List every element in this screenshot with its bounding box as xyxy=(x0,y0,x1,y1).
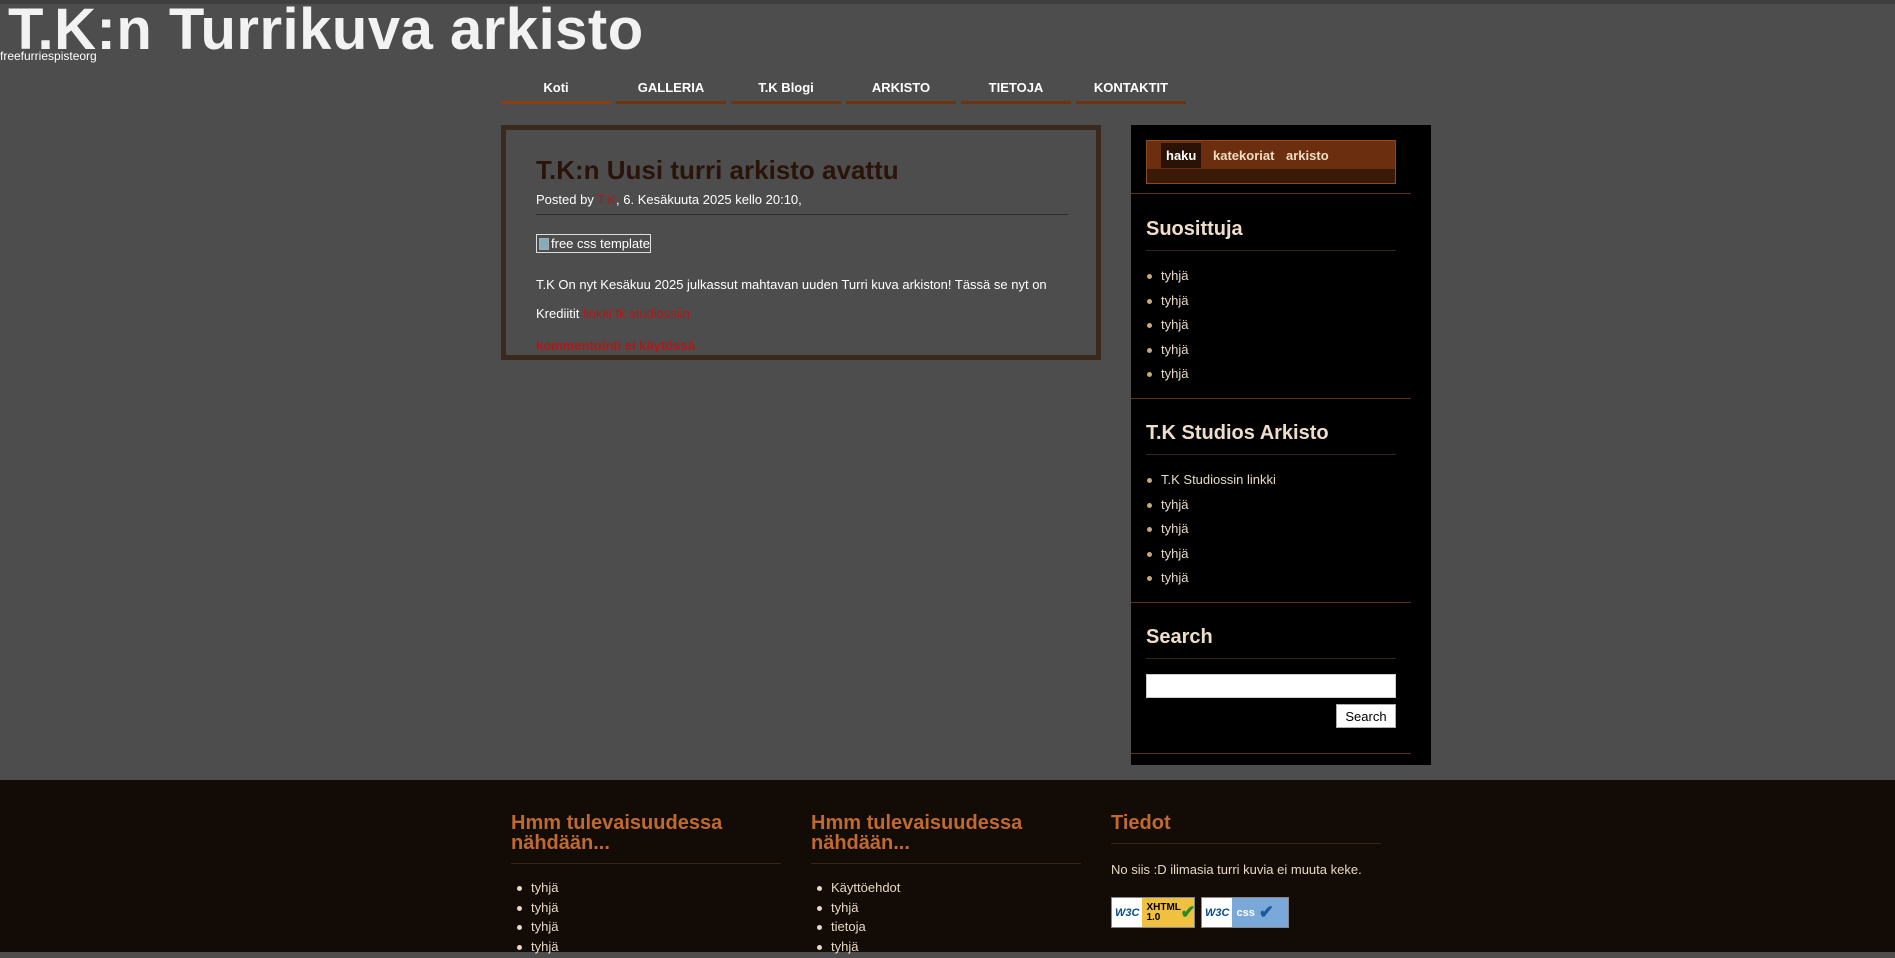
footer-rule xyxy=(811,863,1081,864)
footer-list-item[interactable]: tyhjä xyxy=(831,939,900,958)
popular-item[interactable]: tyhjä xyxy=(1161,366,1188,391)
nav-item-arkisto[interactable]: ARKISTO xyxy=(846,73,956,104)
footer-col2-title: Hmm tulevaisuudessa nähdään... xyxy=(811,813,1081,853)
css-badge[interactable]: W3C css ✔ xyxy=(1201,897,1289,928)
popular-rule xyxy=(1146,250,1396,251)
archive-item[interactable]: tyhjä xyxy=(1161,570,1276,595)
archive-rule xyxy=(1146,454,1396,455)
sidebar-separator xyxy=(1131,398,1411,399)
search-rule xyxy=(1146,658,1396,659)
archive-title: T.K Studios Arkisto xyxy=(1146,422,1329,445)
xhtml-label: XHTML 1.0 xyxy=(1142,898,1180,927)
post-divider xyxy=(536,214,1068,215)
archive-item[interactable]: T.K Studiossin linkki xyxy=(1161,472,1276,497)
archive-list: T.K Studiossin linkki tyhjä tyhjä tyhjä … xyxy=(1161,472,1276,595)
footer-rule xyxy=(1111,843,1381,844)
footer-list-item[interactable]: Käyttöehdot xyxy=(831,880,900,900)
nav-item-galleria[interactable]: GALLERIA xyxy=(616,73,726,104)
check-icon: ✔ xyxy=(1259,902,1277,923)
site-title: T.K:n Turrikuva arkisto xyxy=(8,0,644,63)
post-meta: Posted by T.K, 6. Kesäkuuta 2025 kello 2… xyxy=(536,192,802,207)
search-input[interactable] xyxy=(1146,674,1396,698)
w3c-logo: W3C xyxy=(1112,898,1142,927)
archive-item[interactable]: tyhjä xyxy=(1161,521,1276,546)
post-title[interactable]: T.K:n Uusi turri arkisto avattu xyxy=(536,155,899,186)
nav-item-kontaktit[interactable]: KONTAKTIT xyxy=(1076,73,1186,104)
sidebar-separator xyxy=(1131,193,1411,194)
post-body: T.K On nyt Kesäkuu 2025 julkassut mahtav… xyxy=(536,270,1076,328)
popular-item[interactable]: tyhjä xyxy=(1161,317,1188,342)
footer-list-item[interactable]: tyhjä xyxy=(531,880,558,900)
css-label: css xyxy=(1232,898,1258,927)
footer-list-item[interactable]: tyhjä xyxy=(831,900,900,920)
footer-col1-title: Hmm tulevaisuudessa nähdään... xyxy=(511,813,781,853)
comments-link[interactable]: kommentointi ei käytössä xyxy=(536,338,695,353)
post-image-broken: free css template xyxy=(536,234,651,253)
sidebar: haku katekoriat arkisto Suosittuja tyhjä… xyxy=(1131,125,1431,765)
nav-item-koti[interactable]: Koti xyxy=(501,73,611,104)
tab-haku[interactable]: haku xyxy=(1161,143,1201,168)
popular-item[interactable]: tyhjä xyxy=(1161,293,1188,318)
xhtml-badge[interactable]: W3C XHTML 1.0 ✔ xyxy=(1111,897,1195,928)
credits-label: Krediitit xyxy=(536,306,579,321)
posted-by-label: Posted by xyxy=(536,192,594,207)
search-title: Search xyxy=(1146,626,1213,649)
tab-katekoriat[interactable]: katekoriat xyxy=(1208,143,1279,168)
popular-list: tyhjä tyhjä tyhjä tyhjä tyhjä xyxy=(1161,268,1188,391)
popular-title: Suosittuja xyxy=(1146,218,1243,241)
main-nav: Koti GALLERIA T.K Blogi ARKISTO TIETOJA … xyxy=(501,73,1186,104)
w3c-logo: W3C xyxy=(1202,898,1232,927)
footer: Hmm tulevaisuudessa nähdään... tyhjä tyh… xyxy=(0,780,1895,952)
footer-info-text: No siis :D ilimasia turri kuvia ei muuta… xyxy=(1111,862,1362,877)
nav-item-tietoja[interactable]: TIETOJA xyxy=(961,73,1071,104)
tab-arkisto[interactable]: arkisto xyxy=(1281,143,1334,168)
post-body-text: T.K On nyt Kesäkuu 2025 julkassut mahtav… xyxy=(536,270,1076,299)
tabs-strip xyxy=(1147,169,1395,183)
sidebar-separator xyxy=(1131,753,1411,754)
post-author-link[interactable]: T.K xyxy=(597,192,616,207)
footer-rule xyxy=(511,863,781,864)
footer-list-item[interactable]: tyhjä xyxy=(531,919,558,939)
sidebar-tabs: haku katekoriat arkisto xyxy=(1146,140,1396,184)
footer-col1-list: tyhjä tyhjä tyhjä tyhjä xyxy=(531,880,558,958)
site-tagline: freefurriespisteorg xyxy=(0,49,97,63)
sidebar-separator xyxy=(1131,602,1411,603)
post-image-alt: free css template xyxy=(551,236,650,251)
archive-item[interactable]: tyhjä xyxy=(1161,497,1276,522)
popular-item[interactable]: tyhjä xyxy=(1161,268,1188,293)
search-button[interactable]: Search xyxy=(1336,704,1396,728)
popular-item[interactable]: tyhjä xyxy=(1161,342,1188,367)
footer-col2-list: Käyttöehdot tyhjä tietoja tyhjä xyxy=(831,880,900,958)
footer-list-item[interactable]: tyhjä xyxy=(531,900,558,920)
credits-link[interactable]: linkki tk studiossiin xyxy=(583,306,690,321)
archive-item[interactable]: tyhjä xyxy=(1161,546,1276,571)
check-icon: ✔ xyxy=(1180,902,1198,923)
footer-list-item[interactable]: tyhjä xyxy=(531,939,558,958)
post-date: , 6. Kesäkuuta 2025 kello 20:10, xyxy=(616,192,802,207)
footer-list-item[interactable]: tietoja xyxy=(831,919,900,939)
post-credits: Krediitit linkki tk studiossiin xyxy=(536,299,1076,328)
nav-item-blogi[interactable]: T.K Blogi xyxy=(731,73,841,104)
blog-post: T.K:n Uusi turri arkisto avattu Posted b… xyxy=(501,125,1101,360)
broken-image-icon xyxy=(539,238,549,250)
footer-col3-title: Tiedot xyxy=(1111,813,1381,833)
